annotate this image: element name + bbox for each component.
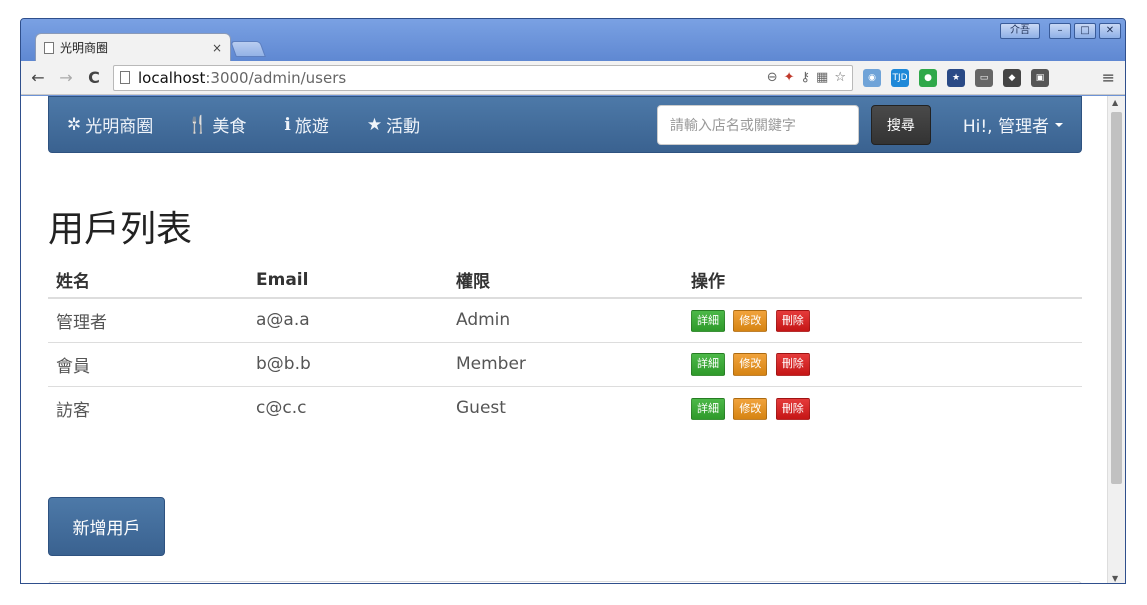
tab-close-icon[interactable]: ×	[212, 41, 222, 55]
table-row: 會員 b@b.b Member 詳細 修改 刪除	[48, 342, 1082, 387]
edit-button[interactable]: 修改	[733, 353, 768, 376]
vertical-scrollbar[interactable]: ▲ ▼	[1107, 96, 1125, 583]
info-icon: ℹ	[284, 114, 291, 135]
table-header-row: 姓名 Email 權限 操作	[48, 262, 1082, 299]
edit-button[interactable]: 修改	[733, 309, 768, 332]
reload-icon[interactable]: C	[83, 67, 105, 89]
ime-indicator[interactable]: 介吾	[1000, 23, 1040, 39]
minimize-button[interactable]: –	[1049, 23, 1071, 39]
add-user-button[interactable]: 新增用戶	[48, 497, 165, 556]
tab-title: 光明商圈	[60, 41, 109, 55]
user-name: 管理者	[48, 298, 248, 343]
utensils-icon: 🍴	[187, 114, 209, 135]
scroll-up-icon[interactable]: ▲	[1112, 98, 1118, 107]
detail-button[interactable]: 詳細	[691, 353, 725, 376]
user-greeting: Hi!, 管理者	[962, 117, 1049, 137]
table-row: 訪客 c@c.c Guest 詳細 修改 刪除	[48, 386, 1082, 430]
new-tab-button[interactable]	[230, 41, 266, 57]
nav-item-label: 活動	[386, 117, 421, 137]
url-host: localhost	[138, 68, 206, 87]
column-header-role: 權限	[448, 262, 683, 299]
column-header-name: 姓名	[48, 262, 248, 299]
column-header-email: Email	[248, 262, 448, 299]
user-name: 訪客	[56, 400, 90, 421]
menu-icon[interactable]: ≡	[1102, 68, 1115, 87]
zoom-icon[interactable]: ⊖	[767, 70, 778, 85]
browser-toolbar: ← → C localhost :3000/admin/users ⊖ ✦ ⚷ …	[21, 61, 1125, 95]
close-window-button[interactable]: ✕	[1099, 23, 1121, 39]
gear-icon: ✲	[67, 114, 82, 135]
address-bar[interactable]: localhost :3000/admin/users ⊖ ✦ ⚷ ▦ ☆	[113, 64, 853, 91]
document-icon	[44, 41, 54, 54]
users-table: 姓名 Email 權限 操作 管理者 a@a.a Admin 詳細 修改 刪除	[48, 262, 1082, 430]
user-role: Admin	[448, 298, 683, 343]
brand-link[interactable]: ✲ 光明商圈	[67, 112, 154, 138]
maximize-button[interactable]: □	[1074, 23, 1096, 39]
tjd-extension-icon[interactable]: TJD	[891, 68, 909, 87]
user-email: c@c.c	[256, 398, 307, 419]
pocket-extension-icon[interactable]: ▣	[1031, 68, 1049, 87]
cast-extension-icon[interactable]: ▭	[975, 68, 993, 87]
edit-button[interactable]: 修改	[733, 397, 768, 420]
user-role: Guest	[456, 398, 506, 419]
octocat-extension-icon[interactable]: ◆	[1003, 68, 1021, 87]
nav-item-label: 旅遊	[294, 117, 329, 137]
page-icon	[120, 71, 130, 84]
omnibox-icons: ⊖ ✦ ⚷ ▦ ☆	[767, 70, 846, 85]
column-header-actions: 操作	[683, 262, 1082, 299]
scroll-thumb[interactable]	[1111, 112, 1122, 484]
nav-item-label: 美食	[212, 117, 247, 137]
row-actions: 詳細 修改 刪除	[683, 386, 1082, 430]
title-bar: 介吾 – □ ✕ 光明商圈 ×	[21, 19, 1125, 61]
leaf-extension-icon[interactable]: ●	[919, 68, 937, 87]
user-name: 會員	[48, 342, 248, 387]
bookmark-extension-icon[interactable]: ★	[947, 68, 965, 87]
forward-icon[interactable]: →	[55, 67, 77, 89]
window-controls: 介吾 – □ ✕	[1000, 23, 1121, 39]
scroll-down-icon[interactable]: ▼	[1112, 574, 1118, 583]
page-title: 用戶列表	[48, 209, 193, 250]
user-menu[interactable]: Hi!, 管理者	[963, 112, 1063, 137]
nav-item-travel[interactable]: ℹ 旅遊	[284, 112, 329, 138]
fire-icon[interactable]: ✦	[784, 70, 795, 85]
star-icon: ★	[366, 114, 383, 135]
user-role: Member	[448, 342, 683, 387]
browser-window: 介吾 – □ ✕ 光明商圈 × ← → C localhost :3000/ad…	[20, 18, 1126, 584]
row-actions: 詳細 修改 刪除	[683, 342, 1082, 387]
nav-item-food[interactable]: 🍴 美食	[187, 112, 247, 138]
search-button[interactable]: 搜尋	[870, 104, 931, 145]
page-viewport: ✲ 光明商圈 🍴 美食 ℹ 旅遊 ★ 活動 請輸入店名或關鍵字 搜尋 Hi!, …	[21, 96, 1107, 583]
user-email: a@a.a	[248, 298, 448, 343]
extension-icons: ◉ TJD ● ★ ▭ ◆ ▣	[863, 68, 1049, 87]
url-path: :3000/admin/users	[205, 68, 347, 87]
search-input[interactable]: 請輸入店名或關鍵字	[656, 104, 859, 145]
back-icon[interactable]: ←	[27, 67, 49, 89]
caret-down-icon	[1055, 122, 1063, 127]
table-row: 管理者 a@a.a Admin 詳細 修改 刪除	[48, 298, 1082, 343]
nav-item-events[interactable]: ★ 活動	[366, 112, 421, 138]
brand-label: 光明商圈	[85, 117, 154, 137]
bottom-panel	[48, 581, 1082, 583]
detail-button[interactable]: 詳細	[691, 397, 725, 420]
star-icon[interactable]: ☆	[834, 70, 846, 85]
camera-extension-icon[interactable]: ◉	[863, 68, 881, 87]
key-icon[interactable]: ⚷	[801, 70, 811, 85]
user-email: b@b.b	[248, 342, 448, 387]
delete-button[interactable]: 刪除	[775, 397, 810, 420]
detail-button[interactable]: 詳細	[691, 309, 725, 332]
delete-button[interactable]: 刪除	[775, 309, 810, 332]
browser-tab[interactable]: 光明商圈 ×	[35, 33, 231, 61]
site-navbar: ✲ 光明商圈 🍴 美食 ℹ 旅遊 ★ 活動 請輸入店名或關鍵字 搜尋 Hi!, …	[48, 96, 1082, 153]
delete-button[interactable]: 刪除	[775, 353, 810, 376]
translate-icon[interactable]: ▦	[816, 70, 828, 85]
row-actions: 詳細 修改 刪除	[683, 298, 1082, 343]
